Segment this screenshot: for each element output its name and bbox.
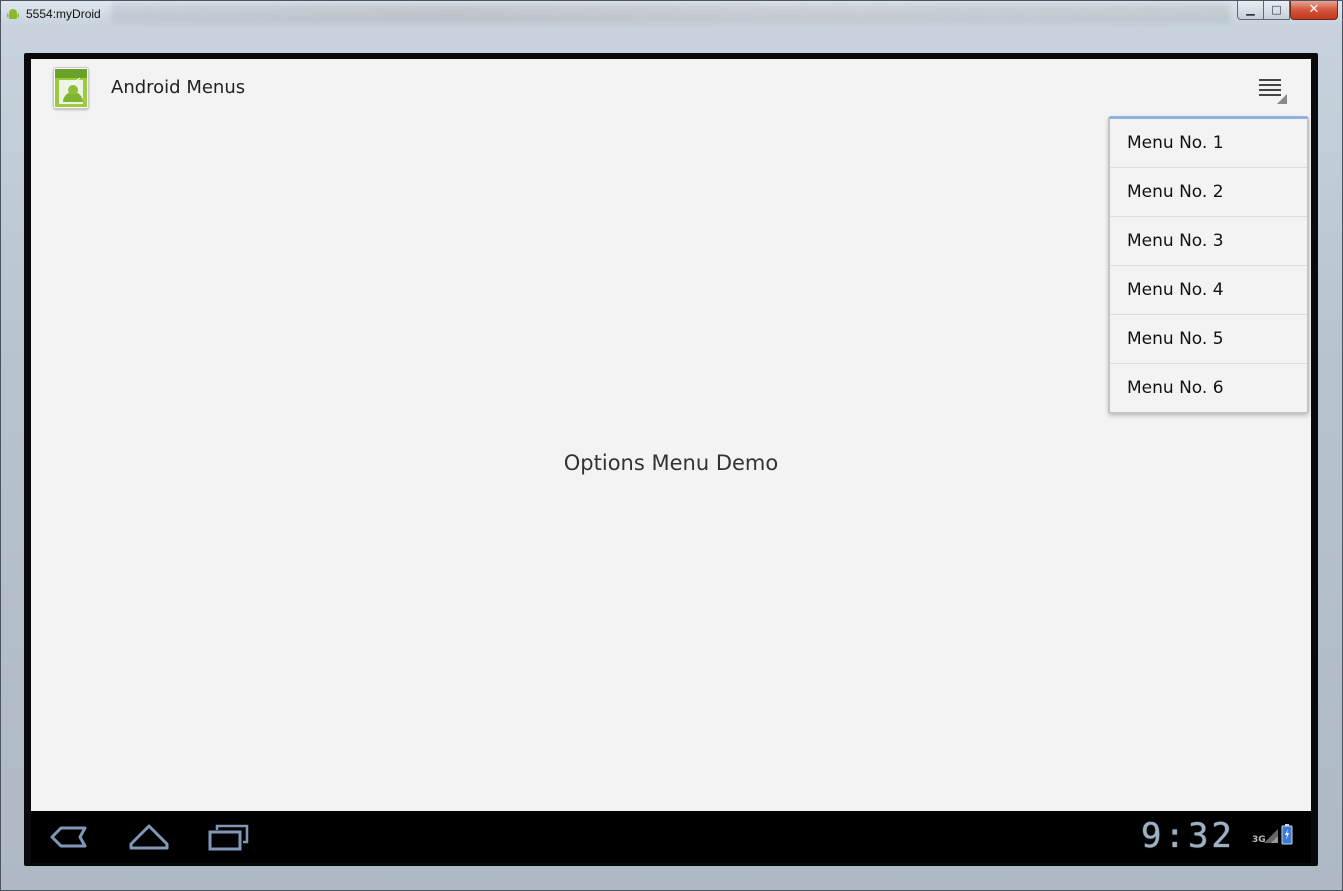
maximize-button[interactable]: □ [1263,1,1290,20]
app-launcher-icon[interactable] [53,67,89,109]
menu-item-1[interactable]: Menu No. 1 [1110,119,1307,168]
window-title: 5554:myDroid [26,7,101,21]
system-bar: 9:32 3G [31,811,1311,863]
home-button[interactable] [127,820,171,854]
app-title: Android Menus [111,77,246,98]
android-icon [55,69,87,107]
overflow-menu-button[interactable] [1253,73,1291,109]
android-icon [7,9,19,19]
options-menu-popup: Menu No. 1 Menu No. 2 Menu No. 3 Menu No… [1108,116,1309,414]
recent-apps-button[interactable] [207,820,251,854]
back-button[interactable] [47,820,91,854]
overflow-menu-icon [1259,79,1287,104]
action-bar: Android Menus [31,59,1311,117]
close-button[interactable]: ✕ [1290,1,1338,20]
device-screen[interactable]: Android Menus Menu No. 1 Menu No. 2 Menu… [31,59,1311,811]
menu-item-2[interactable]: Menu No. 2 [1110,168,1307,217]
recent-apps-icon [208,824,249,851]
minimize-button[interactable]: ▁ [1237,1,1264,20]
titlebar-background [111,3,1231,23]
home-icon [129,824,169,850]
menu-item-4[interactable]: Menu No. 4 [1110,266,1307,315]
window-titlebar[interactable]: 5554:myDroid ▁ □ ✕ [1,1,1342,27]
menu-item-3[interactable]: Menu No. 3 [1110,217,1307,266]
signal-icon [1264,829,1278,843]
menu-item-6[interactable]: Menu No. 6 [1110,364,1307,413]
emulator-window: 5554:myDroid ▁ □ ✕ Android Menus Menu No… [0,0,1343,891]
back-icon [50,826,87,848]
battery-icon [1281,824,1293,845]
menu-item-5[interactable]: Menu No. 5 [1110,315,1307,364]
center-text: Options Menu Demo [563,451,779,475]
status-clock[interactable]: 9:32 [1141,819,1251,853]
